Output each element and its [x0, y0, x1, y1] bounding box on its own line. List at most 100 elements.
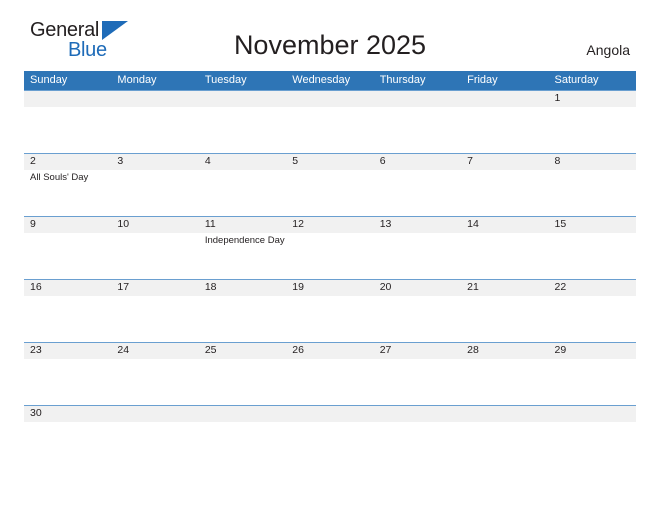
week-number-band: 16 17 18 19 20 21 22 [24, 279, 636, 296]
day-cell[interactable] [549, 107, 636, 152]
week-row: 2 3 4 5 6 7 8 All Souls' Day [24, 153, 636, 216]
day-number[interactable]: 10 [111, 217, 198, 233]
day-cell[interactable] [199, 296, 286, 341]
day-cell[interactable]: Independence Day [199, 233, 286, 278]
day-number[interactable]: 14 [461, 217, 548, 233]
day-number[interactable]: 6 [374, 154, 461, 170]
day-number[interactable]: 9 [24, 217, 111, 233]
day-cell[interactable] [111, 296, 198, 341]
day-number[interactable]: 12 [286, 217, 373, 233]
day-cell[interactable] [461, 233, 548, 278]
day-number[interactable] [549, 406, 636, 422]
day-number[interactable] [24, 91, 111, 107]
day-number[interactable]: 24 [111, 343, 198, 359]
day-number[interactable]: 3 [111, 154, 198, 170]
day-cell[interactable] [461, 107, 548, 152]
day-number[interactable]: 27 [374, 343, 461, 359]
day-cell[interactable] [111, 107, 198, 152]
day-cell[interactable] [199, 422, 286, 467]
day-number[interactable] [199, 91, 286, 107]
day-cell[interactable] [549, 233, 636, 278]
day-event-label: All Souls' Day [30, 172, 89, 183]
week-number-band: 9 10 11 12 13 14 15 [24, 216, 636, 233]
day-cell[interactable] [374, 107, 461, 152]
day-number[interactable]: 18 [199, 280, 286, 296]
day-number[interactable]: 19 [286, 280, 373, 296]
day-number[interactable]: 1 [549, 91, 636, 107]
week-event-band: Independence Day [24, 233, 636, 278]
day-cell[interactable] [461, 422, 548, 467]
day-number[interactable]: 25 [199, 343, 286, 359]
day-cell[interactable] [461, 170, 548, 215]
day-cell[interactable] [549, 296, 636, 341]
day-cell[interactable] [374, 422, 461, 467]
day-cell[interactable] [461, 359, 548, 404]
day-number[interactable]: 11 [199, 217, 286, 233]
day-cell[interactable] [374, 170, 461, 215]
day-number[interactable] [461, 406, 548, 422]
day-cell[interactable] [199, 107, 286, 152]
day-cell[interactable] [111, 170, 198, 215]
weekday-header-wednesday: Wednesday [292, 74, 351, 86]
calendar-page: General Blue November 2025 Angola Sunday… [0, 0, 660, 510]
day-number[interactable] [111, 406, 198, 422]
day-cell[interactable] [374, 359, 461, 404]
day-cell[interactable]: All Souls' Day [24, 170, 111, 215]
day-cell[interactable] [549, 170, 636, 215]
day-number[interactable]: 7 [461, 154, 548, 170]
day-number[interactable] [199, 406, 286, 422]
weekday-header-saturday: Saturday [554, 74, 599, 86]
day-number[interactable] [461, 91, 548, 107]
day-number[interactable]: 5 [286, 154, 373, 170]
day-number[interactable]: 23 [24, 343, 111, 359]
day-number[interactable]: 16 [24, 280, 111, 296]
day-number[interactable] [286, 406, 373, 422]
day-cell[interactable] [24, 296, 111, 341]
day-cell[interactable] [111, 233, 198, 278]
day-number[interactable] [374, 406, 461, 422]
day-cell[interactable] [286, 296, 373, 341]
day-cell[interactable] [199, 170, 286, 215]
day-number[interactable]: 15 [549, 217, 636, 233]
day-cell[interactable] [111, 422, 198, 467]
weekday-header-monday: Monday [117, 74, 157, 86]
day-number[interactable]: 30 [24, 406, 111, 422]
day-number[interactable]: 28 [461, 343, 548, 359]
day-cell[interactable] [286, 233, 373, 278]
day-cell[interactable] [24, 359, 111, 404]
day-cell[interactable] [286, 422, 373, 467]
day-number[interactable]: 17 [111, 280, 198, 296]
day-cell[interactable] [549, 359, 636, 404]
weekday-header-sunday: Sunday [30, 74, 68, 86]
page-header: General Blue November 2025 Angola [0, 0, 660, 71]
day-number[interactable]: 13 [374, 217, 461, 233]
day-number[interactable]: 22 [549, 280, 636, 296]
day-number[interactable]: 29 [549, 343, 636, 359]
day-cell[interactable] [286, 107, 373, 152]
day-cell[interactable] [461, 296, 548, 341]
day-cell[interactable] [199, 359, 286, 404]
day-number[interactable]: 26 [286, 343, 373, 359]
day-cell[interactable] [374, 233, 461, 278]
day-number[interactable] [374, 91, 461, 107]
day-number[interactable]: 8 [549, 154, 636, 170]
day-number[interactable] [286, 91, 373, 107]
day-cell[interactable] [286, 170, 373, 215]
day-cell[interactable] [549, 422, 636, 467]
day-number[interactable]: 4 [199, 154, 286, 170]
day-cell[interactable] [24, 233, 111, 278]
day-cell[interactable] [24, 107, 111, 152]
weekday-header-friday: Friday [467, 74, 498, 86]
week-row: 23 24 25 26 27 28 29 [24, 342, 636, 405]
week-number-band: 2 3 4 5 6 7 8 [24, 153, 636, 170]
weekday-header-row: Sunday Monday Tuesday Wednesday Thursday… [24, 71, 636, 90]
day-number[interactable] [111, 91, 198, 107]
day-cell[interactable] [374, 296, 461, 341]
page-title: November 2025 [233, 30, 427, 60]
day-number[interactable]: 20 [374, 280, 461, 296]
day-cell[interactable] [286, 359, 373, 404]
day-number[interactable]: 21 [461, 280, 548, 296]
day-cell[interactable] [24, 422, 111, 467]
day-number[interactable]: 2 [24, 154, 111, 170]
day-cell[interactable] [111, 359, 198, 404]
